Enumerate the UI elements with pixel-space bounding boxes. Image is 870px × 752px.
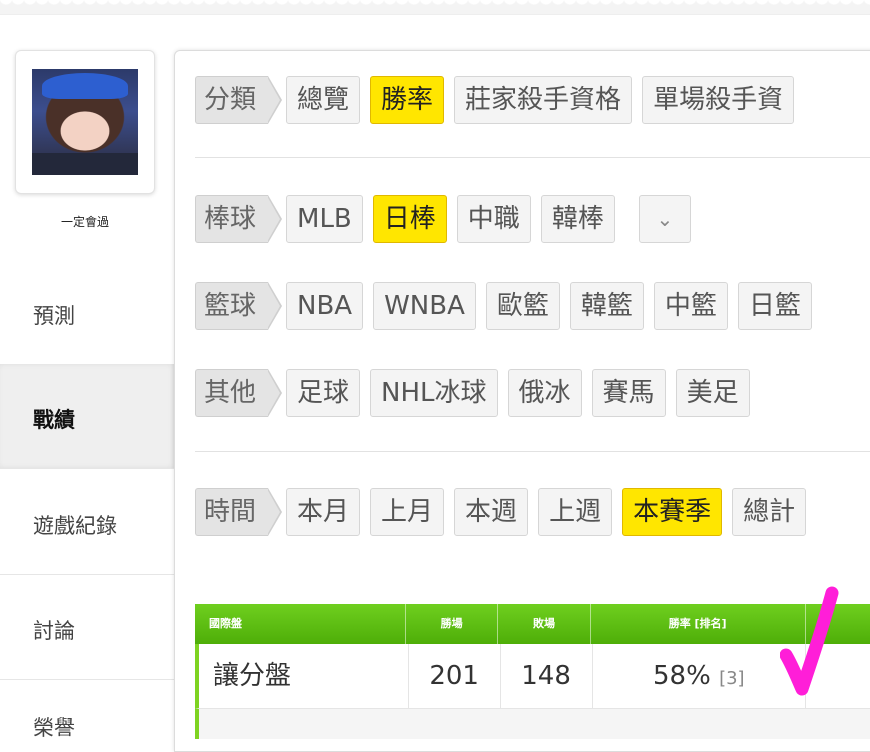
chip-total[interactable]: 總計: [732, 488, 807, 536]
filter-row-time: 時間 本月 上月 本週 上週 本賽季 總計: [195, 487, 816, 537]
chip-korea-basketball[interactable]: 韓籃: [569, 282, 644, 330]
chip-this-month[interactable]: 本月: [286, 488, 361, 536]
win-rate-value: 58%: [653, 661, 711, 691]
header-win-rate: 勝率 [排名]: [591, 604, 806, 644]
chip-this-week[interactable]: 本週: [454, 488, 529, 536]
header-wins: 勝場: [406, 604, 499, 644]
header-market: 國際盤: [195, 604, 406, 644]
chip-japan-basketball[interactable]: 日籃: [737, 282, 812, 330]
cell-market-type: 讓分盤: [199, 644, 409, 708]
chip-kbo[interactable]: 韓棒: [540, 195, 615, 243]
nav-item-label: 討論: [33, 619, 75, 643]
filter-row-other: 其他 足球 NHL冰球 俄冰 賽馬 美足: [195, 368, 760, 418]
avatar-hat-shape: [42, 73, 128, 99]
chip-wnba[interactable]: WNBA: [373, 282, 476, 330]
cell-wins: 201: [409, 644, 501, 708]
nav-item-label: 預測: [33, 304, 75, 328]
avatar[interactable]: [32, 69, 138, 175]
chip-npb[interactable]: 日棒: [372, 195, 447, 243]
chevron-down-icon[interactable]: ⌄: [638, 195, 691, 243]
main-panel: 分類 總覽 勝率 莊家殺手資格 單場殺手資 棒球 MLB 日棒 中職 韓棒 ⌄ …: [174, 50, 870, 752]
chip-china-basketball[interactable]: 中籃: [653, 282, 728, 330]
chip-cpbl[interactable]: 中職: [456, 195, 531, 243]
header-losses: 敗場: [498, 604, 591, 644]
cell-win-rate: 58% [3]: [593, 644, 807, 708]
chip-this-season[interactable]: 本賽季: [622, 488, 723, 536]
table-row: [195, 709, 870, 739]
nav-item-discussion[interactable]: 討論: [0, 575, 175, 680]
avatar-shoulders-shape: [32, 153, 138, 175]
chip-nba[interactable]: NBA: [286, 282, 364, 330]
filter-label-category: 分類: [195, 76, 283, 124]
chip-euro-basketball[interactable]: 歐籃: [485, 282, 560, 330]
filter-row-basketball: 籃球 NBA WNBA 歐籃 韓籃 中籃 日籃: [195, 281, 822, 331]
chip-banker-killer[interactable]: 莊家殺手資格: [454, 76, 633, 124]
filter-row-baseball: 棒球 MLB 日棒 中職 韓棒 ⌄: [195, 194, 701, 244]
filter-label-other: 其他: [195, 369, 283, 417]
chip-win-rate[interactable]: 勝率: [370, 76, 445, 124]
cell-losses: 148: [501, 644, 593, 708]
chip-last-month[interactable]: 上月: [370, 488, 445, 536]
table-header: 國際盤 勝場 敗場 勝率 [排名]: [195, 604, 870, 644]
chip-overview[interactable]: 總覽: [286, 76, 361, 124]
chip-nhl[interactable]: NHL冰球: [370, 369, 498, 417]
win-rate-rank: [3]: [719, 668, 745, 689]
chip-american-football[interactable]: 美足: [675, 369, 750, 417]
chip-soccer[interactable]: 足球: [286, 369, 361, 417]
divider: [195, 157, 870, 158]
chip-mlb[interactable]: MLB: [286, 195, 363, 243]
divider: [195, 451, 870, 452]
checkmark-annotation-icon: [780, 586, 839, 696]
avatar-card[interactable]: [15, 50, 155, 194]
filter-row-category: 分類 總覽 勝率 莊家殺手資格 單場殺手資: [195, 75, 804, 125]
stats-table: 國際盤 勝場 敗場 勝率 [排名] 讓分盤 201 148 58% [3]: [195, 604, 870, 739]
nav-item-honor[interactable]: 榮譽: [33, 712, 75, 742]
chip-single-killer[interactable]: 單場殺手資: [642, 76, 795, 124]
filter-label-time: 時間: [195, 488, 283, 536]
chip-last-week[interactable]: 上週: [538, 488, 613, 536]
sidebar: 一定會過 預測 戰績 遊戲紀錄 討論 榮譽: [0, 0, 175, 740]
nav-item-predict[interactable]: 預測: [0, 260, 175, 365]
filter-label-basketball: 籃球: [195, 282, 283, 330]
nav-item-game-history[interactable]: 遊戲紀錄: [0, 470, 175, 575]
username: 一定會過: [60, 215, 109, 229]
nav-item-label: 遊戲紀錄: [33, 514, 117, 538]
filter-label-baseball: 棒球: [195, 195, 283, 243]
chip-horse-racing[interactable]: 賽馬: [591, 369, 666, 417]
chip-russian-hockey[interactable]: 俄冰: [507, 369, 582, 417]
table-row[interactable]: 讓分盤 201 148 58% [3]: [195, 644, 870, 709]
nav-item-record[interactable]: 戰績: [0, 364, 175, 469]
nav-item-label: 戰績: [33, 408, 75, 432]
